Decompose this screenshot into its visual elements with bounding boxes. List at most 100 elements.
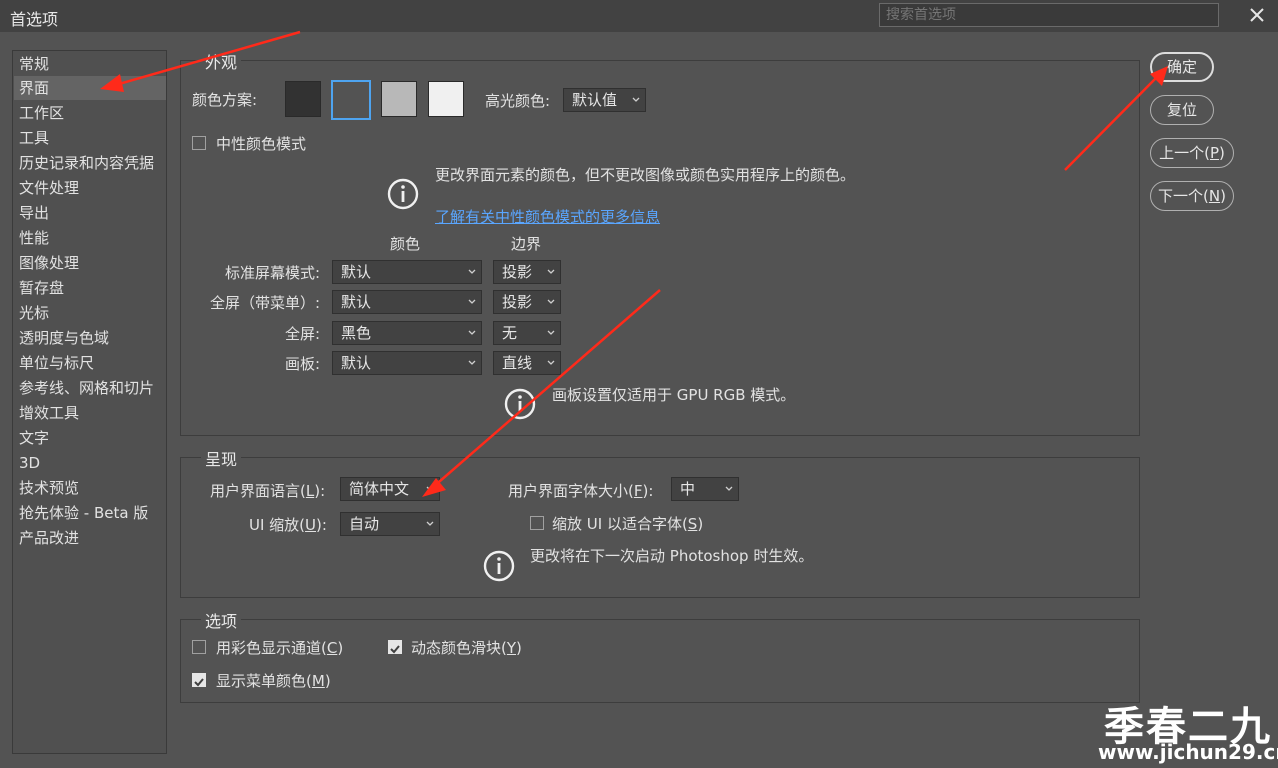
standard-screen-border-dropdown[interactable]: 投影 bbox=[493, 260, 561, 284]
standard-screen-color-value: 默认 bbox=[341, 263, 372, 281]
watermark-url: www.jichun29.cn bbox=[1098, 740, 1278, 764]
neutral-mode-learn-more-link[interactable]: 了解有关中性颜色模式的更多信息 bbox=[435, 206, 660, 227]
artboard-border-value: 直线 bbox=[502, 354, 533, 372]
sidebar-item-cursors[interactable]: 光标 bbox=[14, 301, 166, 325]
sidebar-item-scratch-disks[interactable]: 暂存盘 bbox=[14, 276, 166, 300]
sidebar-item-tools[interactable]: 工具 bbox=[14, 126, 166, 150]
sidebar-item-plugins[interactable]: 增效工具 bbox=[14, 401, 166, 425]
standard-screen-mode-label: 标准屏幕模式: bbox=[224, 264, 320, 282]
chevron-down-icon bbox=[468, 360, 476, 365]
full-screen-color-value: 黑色 bbox=[341, 324, 372, 342]
scale-ui-to-font-checkbox[interactable] bbox=[530, 516, 544, 530]
chevron-down-icon bbox=[426, 521, 434, 526]
sidebar-item-image-processing[interactable]: 图像处理 bbox=[14, 251, 166, 275]
chevron-down-icon bbox=[547, 269, 555, 274]
ui-scale-dropdown[interactable]: 自动 bbox=[340, 512, 440, 536]
appearance-group bbox=[180, 60, 1140, 436]
chevron-down-icon bbox=[468, 330, 476, 335]
full-screen-label: 全屏: bbox=[284, 325, 320, 343]
column-header-border: 边界 bbox=[511, 235, 542, 253]
checkmark-icon bbox=[194, 678, 204, 687]
sidebar-item-units-rulers[interactable]: 单位与标尺 bbox=[14, 351, 166, 375]
full-screen-color-dropdown[interactable]: 黑色 bbox=[332, 321, 482, 345]
full-screen-border-value: 无 bbox=[502, 324, 518, 342]
prev-button[interactable]: 上一个(P) bbox=[1150, 138, 1234, 168]
chevron-down-icon bbox=[725, 486, 733, 491]
sidebar-item-general[interactable]: 常规 bbox=[14, 52, 166, 76]
color-scheme-label: 颜色方案: bbox=[192, 91, 258, 109]
close-icon[interactable] bbox=[1244, 2, 1270, 28]
color-channels-label: 用彩色显示通道(C) bbox=[216, 639, 344, 657]
full-screen-menu-label: 全屏（带菜单）: bbox=[209, 294, 320, 312]
search-input[interactable] bbox=[879, 3, 1219, 27]
standard-screen-border-value: 投影 bbox=[502, 263, 533, 281]
ui-font-size-label: 用户界面字体大小(F): bbox=[508, 482, 654, 500]
restart-note: 更改将在下一次启动 Photoshop 时生效。 bbox=[530, 547, 814, 565]
dynamic-sliders-checkbox[interactable] bbox=[388, 640, 402, 654]
artboard-color-value: 默认 bbox=[341, 354, 372, 372]
sidebar-item-workspace[interactable]: 工作区 bbox=[14, 101, 166, 125]
chevron-down-icon bbox=[468, 269, 476, 274]
artboard-color-dropdown[interactable]: 默认 bbox=[332, 351, 482, 375]
neutral-color-mode-checkbox[interactable] bbox=[192, 136, 206, 150]
neutral-color-mode-label: 中性颜色模式 bbox=[216, 135, 307, 153]
options-legend: 选项 bbox=[201, 608, 242, 632]
full-screen-border-dropdown[interactable]: 无 bbox=[493, 321, 561, 345]
dynamic-sliders-label: 动态颜色滑块(Y) bbox=[411, 639, 522, 657]
sidebar-item-performance[interactable]: 性能 bbox=[14, 226, 166, 250]
chevron-down-icon bbox=[547, 299, 555, 304]
sidebar-item-3d[interactable]: 3D bbox=[14, 451, 166, 475]
color-channels-checkbox[interactable] bbox=[192, 640, 206, 654]
swatch-dark-selected[interactable] bbox=[331, 80, 371, 120]
sidebar-item-export[interactable]: 导出 bbox=[14, 201, 166, 225]
ok-button[interactable]: 确定 bbox=[1150, 52, 1214, 82]
window-title: 首选项 bbox=[10, 10, 59, 29]
artboard-note: 画板设置仅适用于 GPU RGB 模式。 bbox=[552, 386, 796, 404]
ui-scale-label: UI 缩放(U): bbox=[249, 516, 327, 534]
ui-font-size-value: 中 bbox=[680, 480, 696, 498]
next-button[interactable]: 下一个(N) bbox=[1150, 181, 1234, 211]
ui-font-size-dropdown[interactable]: 中 bbox=[671, 477, 739, 501]
menu-colors-label: 显示菜单颜色(M) bbox=[216, 672, 331, 690]
swatch-lightest[interactable] bbox=[428, 81, 464, 117]
chevron-down-icon bbox=[426, 486, 434, 491]
full-screen-menu-color-value: 默认 bbox=[341, 293, 372, 311]
highlight-color-value: 默认值 bbox=[572, 91, 618, 109]
sidebar-item-type[interactable]: 文字 bbox=[14, 426, 166, 450]
sidebar-item-product-improvement[interactable]: 产品改进 bbox=[14, 526, 166, 550]
chevron-down-icon bbox=[632, 97, 640, 102]
full-screen-menu-border-value: 投影 bbox=[502, 293, 533, 311]
sidebar-item-history[interactable]: 历史记录和内容凭据 bbox=[14, 151, 166, 175]
info-icon bbox=[504, 388, 536, 420]
sidebar-item-transparency[interactable]: 透明度与色域 bbox=[14, 326, 166, 350]
chevron-down-icon bbox=[468, 299, 476, 304]
chevron-down-icon bbox=[547, 360, 555, 365]
highlight-color-dropdown[interactable]: 默认值 bbox=[563, 88, 646, 112]
artboard-label: 画板: bbox=[284, 355, 320, 373]
ui-language-dropdown[interactable]: 简体中文 bbox=[340, 477, 440, 501]
chevron-down-icon bbox=[547, 330, 555, 335]
swatch-darkest[interactable] bbox=[285, 81, 321, 117]
sidebar-item-beta[interactable]: 抢先体验 - Beta 版 bbox=[14, 501, 166, 525]
sidebar-item-interface[interactable]: 界面 bbox=[14, 76, 166, 100]
sidebar: 常规 界面 工作区 工具 历史记录和内容凭据 文件处理 导出 性能 图像处理 暂… bbox=[12, 50, 167, 754]
info-icon bbox=[387, 178, 419, 210]
full-screen-menu-color-dropdown[interactable]: 默认 bbox=[332, 290, 482, 314]
checkmark-icon bbox=[390, 645, 400, 654]
swatch-light[interactable] bbox=[381, 81, 417, 117]
ui-language-label: 用户界面语言(L): bbox=[210, 482, 326, 500]
scale-ui-to-font-label: 缩放 UI 以适合字体(S) bbox=[552, 515, 704, 533]
info-icon bbox=[483, 550, 515, 582]
sidebar-item-file-handling[interactable]: 文件处理 bbox=[14, 176, 166, 200]
ui-scale-value: 自动 bbox=[349, 515, 380, 533]
sidebar-item-tech-preview[interactable]: 技术预览 bbox=[14, 476, 166, 500]
menu-colors-checkbox[interactable] bbox=[192, 673, 206, 687]
artboard-border-dropdown[interactable]: 直线 bbox=[493, 351, 561, 375]
full-screen-menu-border-dropdown[interactable]: 投影 bbox=[493, 290, 561, 314]
neutral-mode-info-text: 更改界面元素的颜色，但不更改图像或颜色实用程序上的颜色。 bbox=[435, 166, 856, 184]
presentation-legend: 呈现 bbox=[201, 446, 242, 470]
sidebar-item-guides-grid[interactable]: 参考线、网格和切片 bbox=[14, 376, 166, 400]
reset-button[interactable]: 复位 bbox=[1150, 95, 1214, 125]
highlight-color-label: 高光颜色: bbox=[485, 92, 551, 110]
standard-screen-color-dropdown[interactable]: 默认 bbox=[332, 260, 482, 284]
